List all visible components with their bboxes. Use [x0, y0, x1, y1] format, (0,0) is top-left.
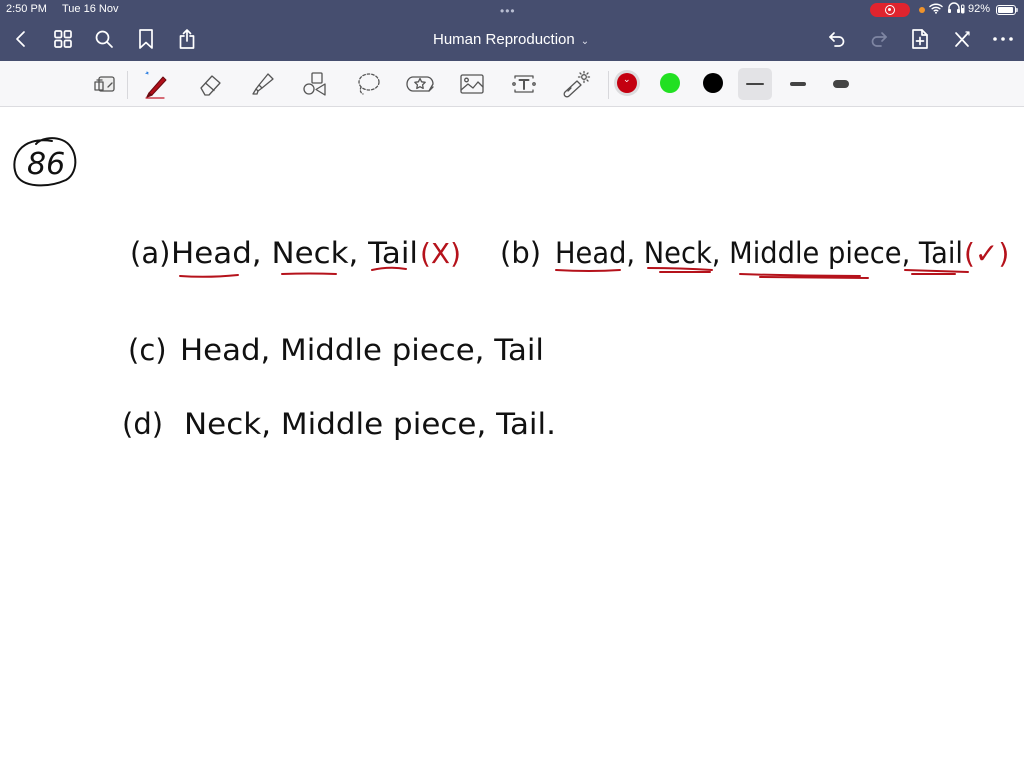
mic-in-use-dot [919, 7, 925, 13]
thumbnails-button[interactable] [50, 26, 76, 52]
redo-button[interactable] [866, 26, 892, 52]
color-swatch-green[interactable] [660, 73, 680, 93]
bookmark-icon [139, 29, 153, 49]
option-a-text: Head, Neck, Tail [171, 236, 418, 270]
multitask-handle[interactable]: ••• [500, 4, 516, 18]
search-button[interactable] [91, 26, 117, 52]
underline [739, 273, 869, 279]
back-icon [16, 31, 25, 47]
question-number: 86 [13, 137, 77, 187]
question-number-text: 86 [27, 147, 65, 182]
undo-icon [829, 32, 845, 47]
grid-icon [54, 30, 72, 48]
more-button[interactable] [990, 26, 1016, 52]
thin-line-icon [746, 83, 764, 85]
status-date: Tue 16 Nov [62, 3, 119, 15]
underline [281, 272, 337, 275]
more-icon [993, 37, 1013, 41]
option-b: (b) Head, Neck, Middle piece, Tail (✓) [500, 236, 1009, 279]
pen-icon [145, 71, 167, 99]
option-d-text: Neck, Middle piece, Tail. [184, 407, 556, 441]
underline [647, 267, 713, 273]
color-swatch-red[interactable] [617, 73, 637, 93]
title-chevron-icon: ⌄ [580, 36, 590, 47]
eraser-icon [200, 75, 221, 96]
option-c: (c) Head, Middle piece, Tail [128, 333, 544, 367]
option-b-label: (b) [500, 236, 541, 270]
highlighter-tool[interactable] [248, 69, 278, 99]
lasso-icon [358, 73, 380, 95]
option-a-mark: (X) [420, 237, 461, 270]
underline [555, 269, 621, 272]
lasso-tool[interactable] [353, 69, 383, 99]
toolbar-separator [127, 71, 128, 99]
close-pen-icon [955, 31, 970, 47]
bookmark-button[interactable] [133, 26, 159, 52]
exit-pen-mode-button[interactable] [949, 26, 975, 52]
pen-tool[interactable] [141, 69, 171, 99]
share-button[interactable] [174, 26, 200, 52]
option-a-label: (a) [130, 236, 170, 270]
thick-line-icon [833, 80, 849, 88]
laser-pointer-icon [563, 70, 591, 98]
note-canvas[interactable]: 86 (a) Head, Neck, Tail (X) (b) Head, Ne… [0, 108, 1024, 768]
thickness-medium[interactable] [781, 68, 815, 100]
option-d-label: (d) [122, 407, 163, 441]
page-layout-icon [94, 76, 115, 92]
text-icon [512, 75, 536, 93]
text-tool[interactable] [509, 69, 539, 99]
top-bar: 2:50 PM Tue 16 Nov ••• 92% Human Reprodu… [0, 0, 1024, 61]
option-b-text: Head, Neck, Middle piece, Tail [555, 236, 963, 270]
search-icon [95, 30, 113, 48]
screen-recording-indicator[interactable] [870, 3, 910, 17]
handwriting-layer: 86 (a) Head, Neck, Tail (X) (b) Head, Ne… [13, 137, 1009, 441]
thickness-thick[interactable] [824, 68, 858, 100]
redo-icon [871, 32, 887, 47]
option-c-text: Head, Middle piece, Tail [180, 333, 544, 367]
underline [179, 274, 239, 278]
laser-pointer-tool[interactable] [561, 69, 591, 99]
sticker-icon [406, 76, 434, 92]
shapes-tool[interactable] [300, 69, 330, 99]
eraser-tool[interactable] [196, 69, 226, 99]
thickness-thin[interactable] [738, 68, 772, 100]
back-button[interactable] [8, 26, 34, 52]
toolbar-separator [608, 71, 609, 99]
add-page-icon [912, 29, 928, 49]
color-swatch-black[interactable] [703, 73, 723, 93]
status-bar: 2:50 PM Tue 16 Nov ••• 92% [0, 0, 1024, 20]
add-page-button[interactable] [907, 26, 933, 52]
battery-level [998, 7, 1013, 13]
share-icon [179, 29, 195, 49]
sticker-tool[interactable] [405, 69, 435, 99]
headphones-icon [947, 2, 965, 17]
document-title-text: Human Reproduction [433, 31, 575, 48]
record-icon [885, 5, 895, 15]
highlighter-icon [252, 73, 274, 95]
status-time: 2:50 PM [6, 3, 47, 15]
image-icon [460, 74, 484, 94]
wifi-icon [929, 2, 943, 17]
document-title[interactable]: Human Reproduction ⌄ [433, 31, 589, 48]
medium-line-icon [790, 82, 806, 86]
option-d: (d) Neck, Middle piece, Tail. [122, 407, 556, 441]
undo-button[interactable] [824, 26, 850, 52]
image-tool[interactable] [457, 69, 487, 99]
option-a: (a) Head, Neck, Tail (X) [130, 236, 461, 278]
underline [904, 269, 969, 275]
option-c-label: (c) [128, 333, 167, 367]
drawing-toolbar [0, 61, 1024, 107]
battery-percent: 92% [968, 3, 991, 15]
shapes-icon [303, 72, 326, 96]
option-b-mark: (✓) [964, 237, 1009, 270]
battery-icon [996, 5, 1018, 15]
page-layout-tool[interactable] [90, 69, 120, 99]
